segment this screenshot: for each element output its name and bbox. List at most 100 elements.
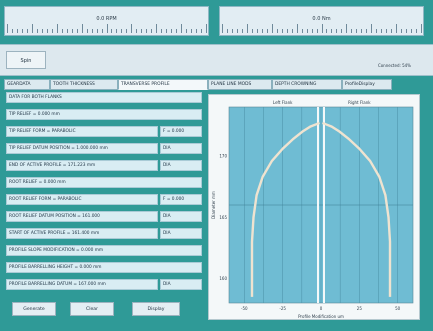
parameter-label[interactable]: TIP RELIEF DATUM POSITION = 1.000.000 mm — [6, 143, 158, 154]
gauge-tick — [206, 24, 207, 33]
transverse-profile-panel: DATA FOR BOTH FLANKS TIP RELIEF = 0.000 m… — [4, 90, 430, 326]
y-tick-label: 165 — [219, 215, 227, 220]
gauge-tick — [346, 24, 348, 33]
parameter-label[interactable]: ROOT RELIEF FORM = PARABOLIC — [6, 194, 158, 205]
speed-gauge-ticks — [7, 24, 207, 33]
parameter-value[interactable]: DIA — [160, 279, 202, 290]
parameter-value[interactable]: DIA — [160, 143, 202, 154]
parameter-label[interactable]: ROOT RELIEF = 0.000 mm — [6, 177, 202, 188]
gauge-tick — [341, 29, 343, 33]
spin-button[interactable]: Spin — [6, 51, 46, 69]
tab-plane-line-mods[interactable]: PLANE LINE MODS — [208, 79, 272, 90]
tab-geardata[interactable]: GEARDATA — [4, 79, 50, 90]
left-flank-title: Left Flank — [273, 100, 293, 105]
tab-transverse-profile[interactable]: TRANSVERSE PROFILE — [118, 79, 208, 90]
gauge-tick — [386, 29, 388, 33]
gauge-tick — [86, 29, 88, 33]
gauge-tick — [251, 29, 253, 33]
torque-gauge-ticks — [222, 24, 422, 33]
gauge-tick — [256, 29, 258, 33]
gauge-tick — [356, 29, 358, 33]
gauge-tick — [321, 24, 323, 33]
parameter-value[interactable]: DIA — [160, 211, 202, 222]
x-tick-label: -25 — [279, 306, 286, 311]
gauge-tick — [391, 29, 393, 33]
gauge-tick — [381, 29, 383, 33]
y-tick-label: 160 — [219, 276, 227, 281]
parameter-label[interactable]: TIP RELIEF = 0.000 mm — [6, 109, 202, 120]
parameter-value[interactable]: DIA — [160, 160, 202, 171]
parameter-value[interactable]: DIA — [160, 228, 202, 239]
parameter-label[interactable]: PROFILE BARRELLING HEIGHT = 0.000 mm — [6, 262, 202, 273]
gauge-tick — [146, 29, 148, 33]
gauge-tick — [121, 29, 123, 33]
gauge-tick — [61, 29, 63, 33]
parameter-value[interactable]: F = 0.000 — [160, 126, 202, 137]
gauge-tick — [231, 29, 233, 33]
gauge-tick — [336, 29, 338, 33]
status-text: Connected: 54% — [377, 63, 411, 68]
gauge-tick — [91, 29, 93, 33]
gauge-tick — [56, 24, 58, 33]
gauge-tick — [161, 29, 163, 33]
gauge-tick — [26, 29, 28, 33]
gauge-tick — [41, 29, 43, 33]
gauge-tick — [196, 29, 198, 33]
gauge-tick — [316, 29, 318, 33]
speed-gauge: 0.0 RPM — [4, 6, 209, 36]
clear-button[interactable]: Clear — [70, 302, 114, 316]
gauge-tick — [271, 24, 273, 33]
gauge-tick — [81, 24, 83, 33]
gauge-tick — [201, 29, 203, 33]
gauge-tick — [311, 29, 313, 33]
gauge-tick — [411, 29, 413, 33]
gauge-tick — [7, 24, 8, 33]
parameter-label[interactable]: PROFILE SLOPE MODIFICATION = 0.000 mm — [6, 245, 202, 256]
y-tick-label: 170 — [219, 154, 227, 159]
gauge-tick — [266, 29, 268, 33]
parameter-label[interactable]: ROOT RELIEF DATUM POSITION = 161.000 — [6, 211, 158, 222]
parameter-label[interactable]: PROFILE BARRELLING DATUM = 167.000 mm — [6, 279, 158, 290]
gauge-tick — [96, 29, 98, 33]
gauge-tick — [276, 29, 278, 33]
gauge-tick — [16, 29, 18, 33]
gauge-tick — [416, 29, 418, 33]
gauge-tick — [101, 29, 103, 33]
gauge-tick — [111, 29, 113, 33]
gauge-tick — [222, 24, 223, 33]
parameter-label[interactable]: TIP RELIEF FORM = PARABOLIC — [6, 126, 158, 137]
display-button[interactable]: Display — [132, 302, 180, 316]
gauge-tick — [296, 24, 298, 33]
gauge-tick — [396, 24, 398, 33]
gauge-tick — [236, 29, 238, 33]
gauge-tick — [156, 24, 158, 33]
x-axis-label: Profile Modification um — [298, 314, 344, 319]
gauge-tick — [226, 29, 228, 33]
parameter-label[interactable]: DATA FOR BOTH FLANKS — [6, 92, 202, 103]
gauge-tick — [306, 29, 308, 33]
gauge-tick — [241, 29, 243, 33]
parameter-label[interactable]: END OF ACTIVE PROFILE = 171.223 mm — [6, 160, 158, 171]
gauge-tick — [71, 29, 73, 33]
gauge-tick — [281, 29, 283, 33]
generate-button[interactable]: Generate — [12, 302, 56, 316]
gauge-tick — [181, 24, 183, 33]
gauge-tick — [406, 29, 408, 33]
tab-profile-display[interactable]: ProfileDisplay — [342, 79, 392, 90]
tab-tooth-thickness[interactable]: TOOTH THICKNESS — [50, 79, 118, 90]
gauge-tick — [191, 29, 193, 33]
gauge-tick — [421, 24, 422, 33]
tab-depth-crowning[interactable]: DEPTH CROWNING — [272, 79, 342, 90]
gauge-tick — [36, 29, 38, 33]
gauge-tick — [141, 29, 143, 33]
gauge-tick — [366, 29, 368, 33]
gauge-tick — [291, 29, 293, 33]
parameter-value[interactable]: F = 0.000 — [160, 194, 202, 205]
gauge-tick — [11, 29, 13, 33]
x-tick-label: 50 — [395, 306, 401, 311]
parameter-label[interactable]: START OF ACTIVE PROFILE = 161.400 mm — [6, 228, 158, 239]
torque-gauge: 0.0 Nm — [219, 6, 424, 36]
gauge-tick — [51, 29, 53, 33]
toolbar: Spin Connected: 54% — [0, 44, 433, 76]
x-tick-label: 0 — [320, 306, 323, 311]
